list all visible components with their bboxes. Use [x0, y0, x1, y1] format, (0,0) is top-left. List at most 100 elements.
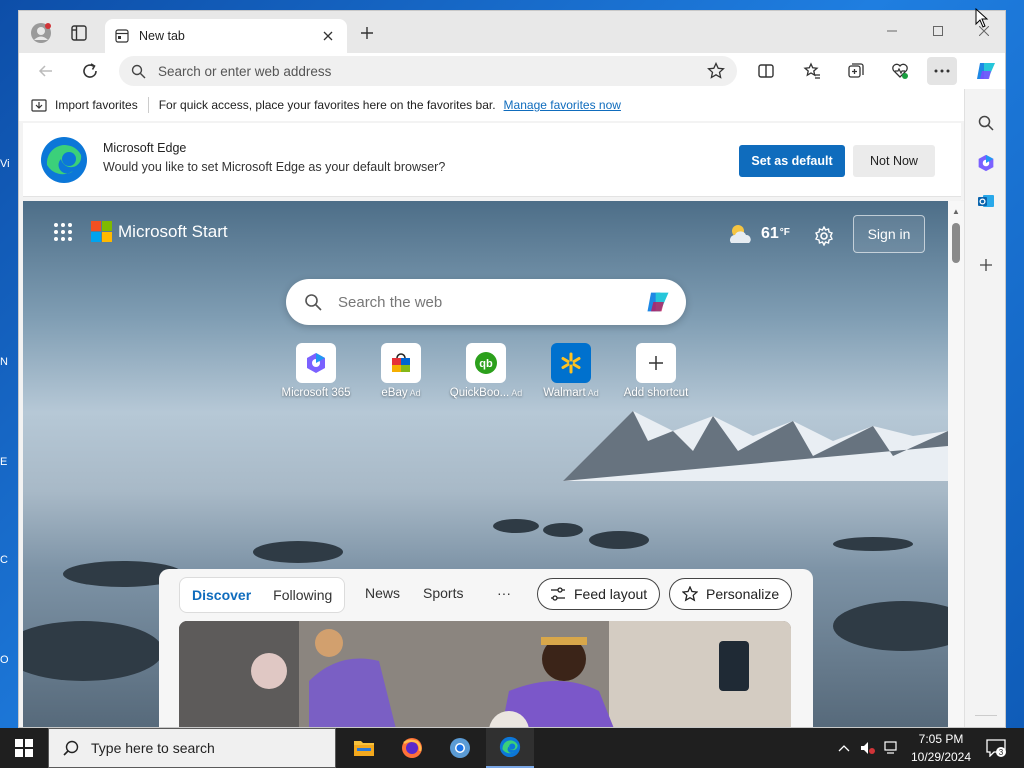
weather-unit: °F	[779, 227, 790, 238]
news-feed-panel: Discover Following News Sports ··· Feed …	[159, 569, 813, 727]
new-tab-button[interactable]	[353, 19, 381, 47]
microsoft-logo-icon	[91, 221, 112, 242]
taskbar-firefox[interactable]	[388, 728, 436, 768]
taskbar-file-explorer[interactable]	[340, 728, 388, 768]
notification-count: 3	[999, 748, 1004, 757]
sidebar-outlook-button[interactable]	[972, 187, 1000, 215]
tab-discover[interactable]: Discover	[192, 587, 251, 603]
page-scrollbar[interactable]: ▲	[948, 201, 964, 727]
collections-button[interactable]	[841, 57, 871, 85]
shortcut-quickbooks[interactable]: qb QuickBoo... Ad	[443, 343, 529, 399]
web-search-box[interactable]: Search the web	[286, 279, 686, 325]
import-favorites-icon	[31, 99, 47, 112]
more-tabs-button[interactable]: ···	[497, 585, 511, 601]
profile-button[interactable]	[27, 19, 55, 47]
shortcut-label: QuickBoo...	[449, 387, 510, 399]
feed-photo-gym	[179, 621, 791, 727]
start-button[interactable]	[0, 728, 48, 768]
desktop-icon-label-fragment[interactable]: C	[0, 554, 18, 566]
volume-muted-icon[interactable]	[860, 741, 876, 755]
sidebar-microsoft-365-button[interactable]	[972, 149, 1000, 177]
shortcut-label: Walmart	[543, 387, 586, 399]
taskbar-chrome[interactable]	[436, 728, 484, 768]
search-icon	[305, 294, 322, 311]
file-explorer-icon	[354, 741, 374, 756]
refresh-button[interactable]	[75, 57, 105, 85]
tab-following[interactable]: Following	[273, 587, 332, 603]
desktop-icon-label-fragment[interactable]: O	[0, 654, 18, 666]
tab-close-button[interactable]	[319, 27, 337, 45]
copilot-icon[interactable]	[644, 288, 672, 316]
settings-and-more-button[interactable]	[927, 57, 957, 85]
copilot-icon	[977, 63, 995, 79]
more-horizontal-icon	[934, 69, 950, 73]
sidebar-add-button[interactable]	[972, 251, 1000, 279]
not-now-button[interactable]: Not Now	[853, 145, 935, 177]
shortcut-walmart[interactable]: Walmart Ad	[528, 343, 614, 399]
profile-avatar-icon	[31, 23, 51, 43]
personalize-button[interactable]: Personalize	[669, 578, 793, 610]
taskbar-clock[interactable]: 7:05 PM 10/29/2024	[906, 730, 976, 766]
sliders-icon	[551, 587, 565, 601]
edge-icon	[499, 736, 521, 758]
manage-favorites-link[interactable]: Manage favorites now	[504, 98, 621, 112]
search-icon	[978, 115, 994, 131]
feed-layout-button[interactable]: Feed layout	[537, 578, 661, 610]
microsoft-365-icon	[978, 154, 994, 172]
scroll-up-arrow-icon[interactable]: ▲	[952, 207, 960, 216]
sign-in-button[interactable]: Sign in	[853, 215, 925, 253]
network-icon[interactable]	[884, 741, 900, 755]
banner-message: Would you like to set Microsoft Edge as …	[103, 160, 446, 174]
app-launcher-icon[interactable]	[53, 222, 73, 242]
page-settings-button[interactable]	[811, 223, 837, 249]
feed-card-image[interactable]	[179, 621, 791, 727]
minimize-button[interactable]	[869, 17, 915, 45]
outlook-icon	[978, 195, 994, 207]
notification-center-button[interactable]: 3	[982, 734, 1010, 762]
favorites-bar-message: For quick access, place your favorites h…	[158, 98, 496, 112]
taskbar-edge[interactable]	[486, 728, 534, 768]
ad-badge: Ad	[511, 388, 523, 398]
tab-strip: New tab	[19, 11, 1005, 53]
web-search-placeholder: Search the web	[338, 293, 443, 311]
add-shortcut-button[interactable]: Add shortcut	[613, 343, 699, 399]
sidebar-search-button[interactable]	[972, 109, 1000, 137]
heart-pulse-icon	[892, 63, 908, 79]
star-edit-icon	[682, 586, 698, 602]
browser-essentials-button[interactable]	[885, 57, 915, 85]
new-tab-page-icon	[115, 29, 129, 43]
background-rock	[23, 621, 163, 681]
shortcut-label: Microsoft 365	[281, 387, 351, 399]
tab-actions-button[interactable]	[65, 19, 93, 47]
start-header: Microsoft Start	[53, 221, 228, 242]
copilot-button[interactable]	[971, 57, 1001, 85]
import-favorites-button[interactable]: Import favorites	[55, 98, 138, 112]
taskbar-search-box[interactable]: Type here to search	[48, 728, 336, 768]
chevron-up-icon[interactable]	[838, 744, 850, 752]
edge-logo-icon	[41, 137, 87, 183]
desktop-icon-label-fragment[interactable]: E	[0, 456, 18, 468]
background-rock	[833, 601, 948, 651]
favorites-button[interactable]	[797, 57, 827, 85]
split-screen-button[interactable]	[751, 57, 781, 85]
clock-date: 10/29/2024	[910, 750, 972, 764]
shortcut-microsoft-365[interactable]: Microsoft 365	[273, 343, 359, 399]
favorite-star-icon[interactable]	[707, 62, 725, 80]
back-button[interactable]	[31, 57, 61, 85]
address-bar[interactable]: Search or enter web address	[119, 56, 737, 86]
desktop-icon-label-fragment[interactable]: Vi	[0, 158, 18, 170]
tab-sports[interactable]: Sports	[423, 585, 463, 601]
maximize-button[interactable]	[915, 17, 961, 45]
scrollbar-thumb[interactable]	[952, 223, 960, 263]
set-as-default-button[interactable]: Set as default	[739, 145, 845, 177]
vertical-tabs-icon	[71, 25, 87, 41]
clock-time: 7:05 PM	[918, 732, 964, 746]
desktop-icon-label-fragment[interactable]: N	[0, 356, 18, 368]
tab-new-tab[interactable]: New tab	[105, 19, 347, 53]
weather-widget[interactable]: 61 °F	[727, 223, 790, 245]
brand-title[interactable]: Microsoft Start	[118, 222, 228, 242]
background-rock	[543, 523, 583, 537]
shortcut-label: eBay	[381, 387, 408, 399]
shortcut-ebay[interactable]: eBay Ad	[358, 343, 444, 399]
tab-news[interactable]: News	[365, 585, 400, 601]
